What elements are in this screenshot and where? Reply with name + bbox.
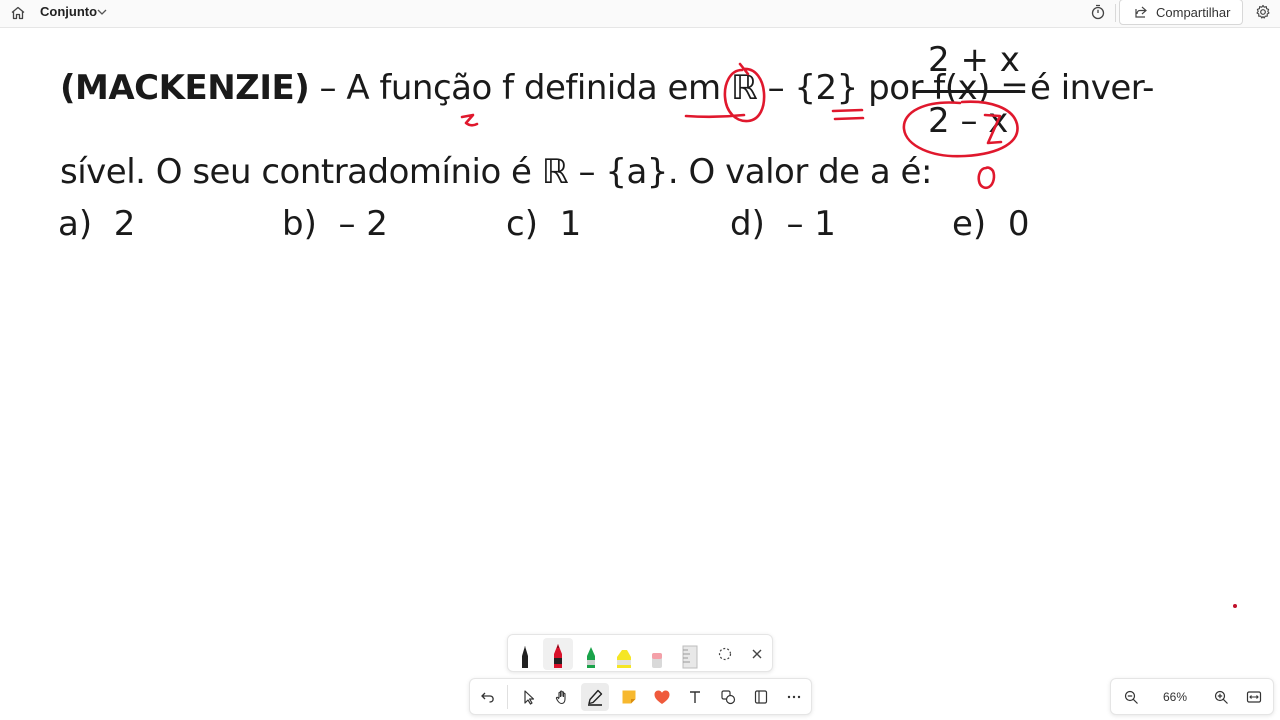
select-icon — [524, 690, 535, 705]
reaction-tool[interactable] — [648, 683, 676, 711]
option-c: c) 1 — [506, 204, 581, 244]
share-button[interactable]: Compartilhar — [1119, 0, 1243, 25]
shapes-tool[interactable] — [714, 683, 742, 711]
question-source: (MACKENZIE) — [60, 68, 310, 108]
timer-button[interactable] — [1087, 1, 1109, 23]
option-letter: e) — [952, 204, 987, 244]
fraction-bar — [914, 90, 1020, 93]
chevron-down-icon — [97, 9, 107, 15]
option-value: – 2 — [338, 204, 388, 244]
option-a: a) 2 — [58, 204, 135, 244]
fit-to-screen-icon — [1246, 691, 1262, 703]
zoom-in-icon — [1214, 690, 1228, 704]
zoom-level[interactable]: 66% — [1163, 690, 1187, 704]
option-d: d) – 1 — [730, 204, 836, 244]
ink-underline-f — [460, 113, 479, 127]
black-pen[interactable] — [510, 638, 540, 670]
undo-icon — [481, 692, 494, 703]
yellow-highlighter[interactable] — [609, 638, 639, 670]
home-button[interactable] — [7, 2, 29, 24]
zoom-in-button[interactable] — [1207, 683, 1235, 711]
question-line-1: (MACKENZIE) – A função f definida em ℝ –… — [60, 68, 1029, 108]
hand-icon — [555, 690, 566, 705]
timer-icon — [1091, 4, 1105, 20]
text-tool[interactable] — [681, 683, 709, 711]
option-letter: c) — [506, 204, 538, 244]
fraction-numerator: 2 + x — [928, 40, 1020, 80]
close-palette-button[interactable] — [742, 638, 772, 670]
settings-icon — [1256, 4, 1270, 19]
select-tool[interactable] — [515, 683, 543, 711]
question-line-1-end: é inver- — [1030, 68, 1154, 108]
ink-zero-note — [977, 166, 996, 190]
home-icon — [11, 6, 25, 20]
board-title[interactable]: Conjunto — [40, 4, 97, 19]
shapes-icon — [721, 690, 736, 705]
question-line-1-text: – A função f definida em ℝ – {2} por f(x… — [309, 68, 1029, 108]
question-line-2: sível. O seu contradomínio é ℝ – {a}. O … — [60, 152, 932, 192]
option-e: e) 0 — [952, 204, 1029, 244]
pen-icon — [588, 689, 603, 706]
fraction-denominator: 2 – x — [928, 101, 1009, 141]
ruler-tool[interactable] — [675, 638, 705, 670]
template-tool[interactable] — [747, 683, 775, 711]
option-value: 0 — [1007, 204, 1030, 244]
settings-button[interactable] — [1252, 1, 1274, 23]
red-pen[interactable] — [543, 638, 573, 670]
share-icon — [1134, 5, 1148, 19]
share-label: Compartilhar — [1156, 4, 1231, 20]
laser-pointer-dot — [1233, 604, 1237, 608]
topbar-divider — [1115, 4, 1116, 22]
green-pen[interactable] — [576, 638, 606, 670]
close-icon — [752, 649, 762, 659]
pen-palette — [507, 634, 773, 672]
board-menu-button[interactable] — [96, 5, 108, 23]
main-toolbar — [469, 678, 812, 715]
ink-annotations — [460, 62, 1019, 190]
option-letter: a) — [58, 204, 93, 244]
option-letter: b) — [282, 204, 317, 244]
fit-to-screen-button[interactable] — [1240, 683, 1268, 711]
template-icon — [754, 690, 768, 704]
lasso-icon — [718, 647, 732, 661]
pen-tool[interactable] — [581, 683, 609, 711]
eraser-tool[interactable] — [642, 638, 672, 670]
zoom-out-button[interactable] — [1117, 683, 1145, 711]
zoom-out-icon — [1124, 690, 1138, 704]
option-value: – 1 — [786, 204, 836, 244]
ink-underline-domain — [684, 113, 746, 119]
option-b: b) – 2 — [282, 204, 388, 244]
more-tools-button[interactable] — [780, 683, 808, 711]
hand-tool[interactable] — [548, 683, 576, 711]
option-letter: d) — [730, 204, 765, 244]
reaction-icon — [654, 690, 670, 704]
lasso-button[interactable] — [710, 638, 740, 670]
sticky-note-tool[interactable] — [615, 683, 643, 711]
sticky-note-icon — [622, 690, 636, 704]
undo-button[interactable] — [474, 683, 502, 711]
zoom-bar: 66% — [1110, 678, 1274, 715]
more-icon — [787, 695, 801, 699]
toolbar-divider — [507, 685, 508, 709]
text-icon — [690, 691, 700, 703]
option-value: 2 — [113, 204, 136, 244]
ink-underline-fx — [831, 108, 865, 121]
top-bar: Conjunto Compartilhar — [0, 0, 1280, 28]
option-value: 1 — [559, 204, 582, 244]
